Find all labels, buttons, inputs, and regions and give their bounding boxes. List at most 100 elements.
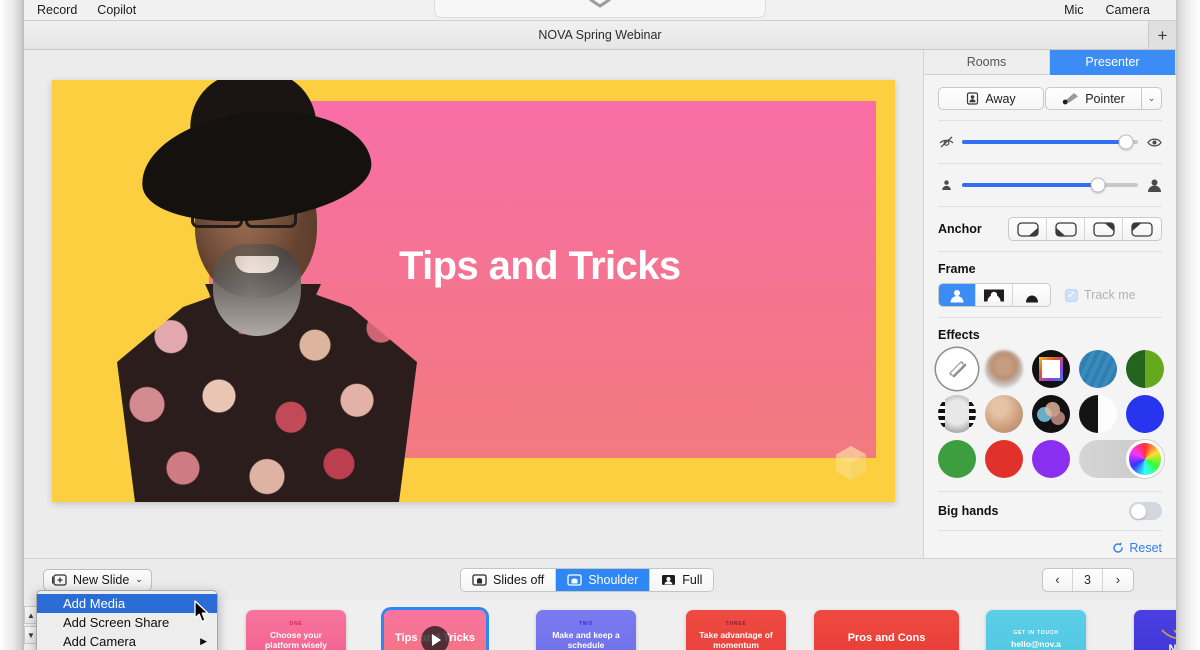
size-slider-track[interactable]	[962, 177, 1138, 193]
menu-item-label: Add Camera	[63, 634, 136, 649]
effect-duotone[interactable]	[1079, 395, 1117, 433]
track-me-checkbox[interactable]: ✓	[1065, 288, 1078, 302]
effect-blur[interactable]	[985, 350, 1023, 388]
menu-item-add-media[interactable]: Add Media	[37, 594, 217, 613]
divider-3	[938, 206, 1162, 207]
frame-shoulders-icon[interactable]	[976, 284, 1013, 306]
pager-page-number[interactable]: 3	[1073, 568, 1103, 591]
frame-person-icon[interactable]	[939, 284, 976, 306]
pager-next-button[interactable]: ›	[1103, 569, 1133, 591]
anchor-bottom-left-icon[interactable]	[1047, 218, 1085, 240]
effect-red[interactable]	[985, 440, 1023, 478]
menu-item-add-camera[interactable]: Add Camera ▶	[37, 632, 217, 650]
divider-5	[938, 317, 1162, 318]
divider-6	[938, 491, 1162, 492]
effect-film-strip[interactable]	[938, 395, 976, 433]
anchor-bottom-right-icon[interactable]	[1009, 218, 1047, 240]
effect-blue[interactable]	[1126, 395, 1164, 433]
pager-prev-button[interactable]: ‹	[1043, 568, 1073, 591]
divider-4	[938, 251, 1162, 252]
slide-pager: ‹ 3 ›	[1042, 567, 1134, 592]
menu-bar-left-group: Record Copilot	[37, 0, 136, 21]
slide-stage: Tips and Tricks	[24, 50, 923, 558]
pointer-button[interactable]: Pointer	[1045, 87, 1141, 110]
new-slide-dropdown-menu[interactable]: Add Media Add Screen Share Add Camera ▶	[36, 590, 218, 650]
effect-green[interactable]	[938, 440, 976, 478]
track-me-control[interactable]: ✓ Track me	[1065, 288, 1136, 302]
tab-presenter[interactable]: Presenter	[1050, 50, 1176, 75]
thumbnail-kicker: GET IN TOUCH	[1013, 630, 1059, 636]
mode-slides-off[interactable]: Slides off	[461, 568, 557, 591]
page-title: NOVA Spring Webinar	[538, 28, 662, 42]
thumbnail-slide-4[interactable]: THREE Take advantage of momentum	[686, 610, 786, 650]
title-bar: NOVA Spring Webinar +	[24, 21, 1176, 50]
layout-mode-group: Slides off Shoulder Full	[460, 567, 715, 592]
pointer-dropdown-caret[interactable]: ⌄	[1141, 87, 1162, 110]
divider-2	[938, 163, 1162, 164]
reset-label: Reset	[1129, 541, 1162, 555]
big-hands-label: Big hands	[938, 504, 999, 518]
thumbnail-slide-3[interactable]: TWO Make and keep a schedule	[536, 610, 636, 650]
app-window: Record Copilot Mic Camera NOVA Spring We…	[0, 0, 1200, 650]
anchor-row: Anchor	[938, 217, 1162, 241]
anchor-top-right-icon[interactable]	[1085, 218, 1123, 240]
big-hands-toggle[interactable]	[1129, 502, 1162, 520]
big-hands-row: Big hands	[938, 502, 1162, 520]
reset-icon	[1113, 542, 1124, 553]
menu-item-label: Add Screen Share	[63, 615, 170, 630]
effect-rain[interactable]	[1079, 350, 1117, 388]
frame-row: ✓ Track me	[938, 283, 1162, 307]
opacity-slider-track[interactable]	[962, 134, 1138, 150]
thumbnail-slide-6[interactable]: GET IN TOUCH hello@nov.a	[986, 610, 1086, 650]
frame-head-icon[interactable]	[1013, 284, 1050, 306]
mode-shoulder-label: Shoulder	[588, 572, 639, 587]
thumbnail-title: Take advantage of momentum	[699, 630, 773, 650]
effect-none[interactable]	[938, 350, 976, 388]
size-slider-row	[938, 174, 1162, 196]
current-slide[interactable]: Tips and Tricks	[52, 80, 895, 502]
menu-camera[interactable]: Camera	[1106, 0, 1150, 21]
menu-record[interactable]: Record	[37, 0, 77, 21]
menu-mic[interactable]: Mic	[1064, 0, 1083, 21]
thumbnail-slide-1[interactable]: ONE Choose your platform wisely	[246, 610, 346, 650]
add-tab-button[interactable]: +	[1148, 21, 1176, 49]
thumbnail-slide-2[interactable]: Tips and Tricks	[384, 610, 486, 650]
tab-rooms[interactable]: Rooms	[924, 50, 1050, 75]
full-icon	[662, 574, 676, 585]
thumbnail-play-icon[interactable]	[421, 626, 449, 650]
top-center-control-chip[interactable]	[434, 0, 766, 18]
reset-button[interactable]: Reset	[938, 541, 1162, 555]
away-button[interactable]: Away	[938, 87, 1044, 110]
slides-off-icon	[472, 573, 487, 586]
effect-split-green[interactable]	[1126, 350, 1164, 388]
thumbnail-title: Choose your platform wisely	[265, 630, 327, 650]
opacity-slider-knob[interactable]	[1118, 134, 1134, 150]
frame-segment-group	[938, 283, 1051, 307]
mode-full[interactable]: Full	[650, 568, 714, 591]
thumbnail-slide-7[interactable]: NOVA	[1134, 610, 1176, 650]
presenter-photo	[117, 80, 417, 502]
person-large-icon	[1146, 177, 1162, 193]
window-left-edge	[0, 0, 24, 650]
size-slider-knob[interactable]	[1090, 177, 1106, 193]
presenter-hat-brim	[135, 100, 377, 232]
thumbnail-slide-5[interactable]: Pros and Cons	[814, 610, 959, 650]
new-slide-button[interactable]: New Slide ⌄	[43, 568, 152, 591]
person-small-icon	[938, 177, 954, 193]
effect-bokeh[interactable]	[1032, 395, 1070, 433]
effect-color-picker[interactable]	[1079, 440, 1164, 478]
add-slide-icon	[52, 573, 67, 586]
anchor-top-left-icon[interactable]	[1123, 218, 1161, 240]
effect-sphere-skin[interactable]	[985, 395, 1023, 433]
effect-purple[interactable]	[1032, 440, 1070, 478]
effect-frame-color[interactable]	[1032, 350, 1070, 388]
menu-bar-right-group: Mic Camera	[1064, 0, 1150, 21]
slide-title-text: Tips and Tricks	[399, 244, 681, 288]
nova-mark-icon	[1161, 629, 1176, 639]
opacity-slider-row	[938, 131, 1162, 153]
window-right-edge	[1176, 0, 1200, 650]
mode-shoulder[interactable]: Shoulder	[556, 568, 651, 591]
pointer-button-label: Pointer	[1085, 91, 1125, 106]
menu-item-add-screen-share[interactable]: Add Screen Share	[37, 613, 217, 632]
menu-copilot[interactable]: Copilot	[97, 0, 136, 21]
